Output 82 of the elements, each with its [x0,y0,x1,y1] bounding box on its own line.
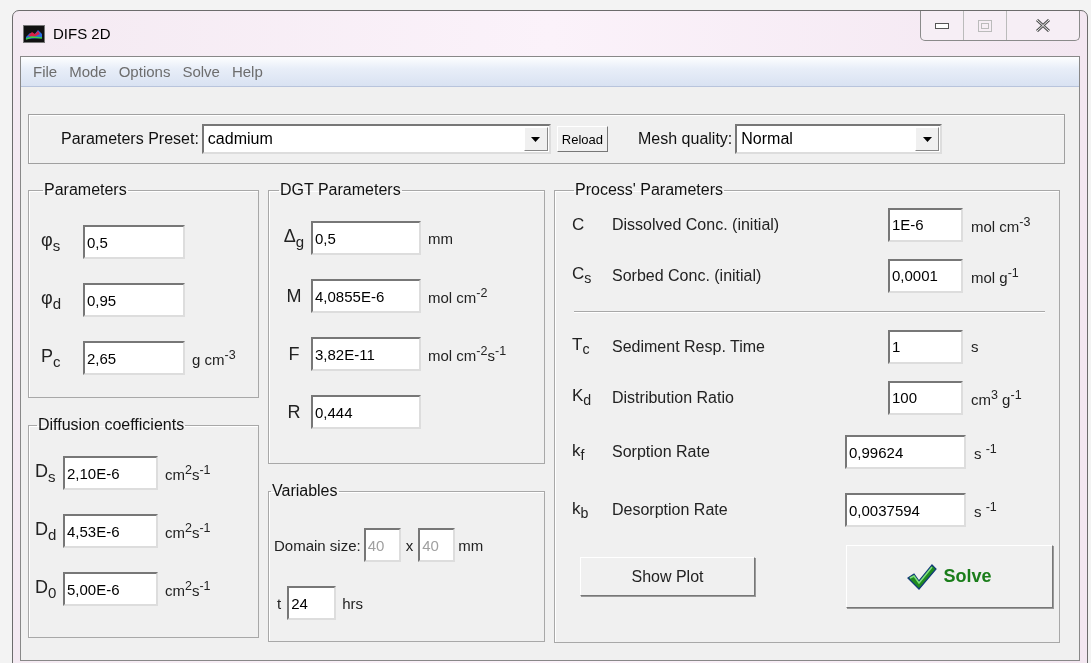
show-plot-button[interactable]: Show Plot [580,557,755,596]
unit-label: g cm$^{-3}$ [192,348,236,368]
parameter-label: Sediment Resp. Time [612,337,766,356]
menu-item[interactable]: Solve [176,63,226,80]
menu-item[interactable]: Mode [63,63,113,80]
input-field[interactable]: 5,00E-6 [63,572,158,606]
unit-label: hrs [342,594,363,612]
group-title: Process' Parameters [574,181,724,199]
symbol-label: T$_{c}$ [572,335,591,358]
reload-button[interactable]: Reload [556,126,609,152]
input-field[interactable]: 4,0855E-6 [311,279,421,313]
parameter-label: Sorbed Conc. (initial) [612,266,763,285]
preset-label: Parameters Preset: [61,130,199,148]
symbol-label: D$_{s}$ [35,461,57,485]
unit-label: mm [428,229,453,247]
unit-label: mm [458,536,484,554]
check-icon [907,563,938,590]
symbol-label: C$_{s}$ [572,264,593,287]
input-field[interactable]: 0,99624 [845,435,966,469]
parameter-label: Distribution Ratio [612,388,735,407]
unit-label: s [971,338,979,355]
parameter-label: Dissolved Conc. (initial) [612,215,781,234]
window-title: DIFS 2D [53,25,111,42]
parameter-label: Desorption Rate [612,501,729,519]
input-field[interactable]: 2,10E-6 [63,456,158,490]
unit-label: mol cm$^{-2}$s$^{-1}$ [428,344,507,364]
symbol-label: D$_{0}$ [35,577,58,601]
symbol-label: R [286,401,302,423]
symbol-label: φ$_{d}$ [41,288,62,312]
symbol-label: F [287,343,301,365]
input-field[interactable]: 100 [888,380,963,415]
symbol-label: M [285,285,303,307]
symbol-label: t [277,594,282,612]
group-title: DGT Parameters [279,181,402,199]
unit-label: cm$^{2}$s$^{-1}$ [165,579,211,599]
input-field[interactable]: 1 [888,329,963,364]
unit-label: mol g$^{-1}$ [971,265,1019,286]
symbol-label: C [572,214,586,235]
caret-icon [922,136,932,142]
unit-label: cm$^{2}$s$^{-1}$ [165,463,211,483]
input-field[interactable]: 0,95 [83,283,185,317]
mesh-quality-dropdown[interactable]: Normal [735,124,943,154]
unit-label: s $^{-1}$ [974,500,997,520]
minimize-icon [935,22,949,29]
maximize-icon [978,19,992,32]
unit-label: mol cm$^{-3}$ [971,214,1031,235]
input-field[interactable]: 0,444 [311,395,421,429]
group-title: Parameters [43,181,128,199]
menu-item[interactable]: File [27,63,64,80]
input-field[interactable]: 0,0037594 [845,493,966,527]
app-icon [23,24,45,43]
input-field[interactable]: 1E-6 [888,207,963,242]
input-field[interactable]: 0,5 [311,221,421,255]
input-field[interactable]: 0,5 [83,225,185,259]
unit-label: mol cm$^{-2}$ [428,286,488,306]
menu-item[interactable]: Options [112,63,177,80]
menu-item[interactable]: Help [225,63,269,80]
solve-button[interactable]: Solve [846,545,1053,608]
symbol-label: k$_{f}$ [572,440,586,464]
group-title: Variables [271,482,339,500]
input-field[interactable]: 4,53E-6 [63,514,158,548]
symbol-label: P$_{c}$ [41,346,62,370]
preset-dropdown[interactable]: cadmium [201,124,551,154]
unit-label: cm$^{2}$s$^{-1}$ [165,521,211,541]
input-field[interactable]: 0,0001 [888,258,963,293]
symbol-label: φ$_{s}$ [41,230,62,254]
symbol-label: K$_{d}$ [572,386,593,409]
mesh-quality-label: Mesh quality: [638,130,733,148]
times-label: x [405,536,414,554]
group-title: Diffusion coefficients [37,416,186,434]
domain-size-label: Domain size: [274,536,361,554]
caret-icon [531,136,541,142]
input-field[interactable]: 24 [287,586,337,620]
symbol-label: k$_{b}$ [572,498,590,522]
close-icon [1035,19,1051,32]
unit-label: cm$^{3}$ g$^{-1}$ [971,387,1022,408]
symbol-label: D$_{d}$ [35,519,58,543]
input-field[interactable]: 2,65 [83,341,185,375]
symbol-label: Δ$_{g}$ [282,226,306,250]
input-field[interactable]: 3,82E-11 [311,337,421,371]
unit-label: s $^{-1}$ [974,442,997,462]
parameter-label: Sorption Rate [612,443,711,461]
